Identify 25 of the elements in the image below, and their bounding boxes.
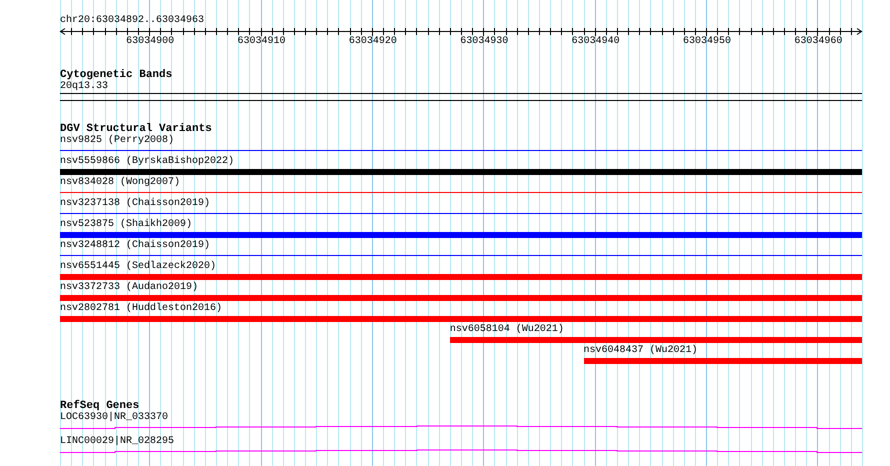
variant-label: nsv6048437 (Wu2021) (584, 345, 698, 357)
variant-label: nsv5559866 (ByrskaBishop2022) (60, 156, 234, 168)
track-title: Cytogenetic Bands (60, 69, 172, 81)
tick-label: 63034940 (572, 36, 620, 48)
tick-label: 63034960 (794, 36, 842, 48)
gene-label: LOC63930|NR_033370 (60, 412, 168, 424)
variant-label: nsv9825 (Perry2008) (60, 135, 174, 147)
variant-label: nsv523875 (Shaikh2009) (60, 219, 192, 231)
variant-label: nsv3248812 (Chaisson2019) (60, 240, 210, 252)
tick-label: 63034920 (348, 36, 397, 48)
variant-label: nsv3372733 (Audano2019) (60, 282, 198, 294)
tick-label: 63034950 (683, 36, 732, 48)
track-title: DGV Structural Variants (60, 123, 212, 135)
variant-label: nsv3237138 (Chaisson2019) (60, 198, 210, 210)
band-label: 20q13.33 (60, 81, 108, 93)
tick-label: 63034930 (460, 36, 508, 48)
variant-label: nsv6058104 (Wu2021) (450, 324, 564, 336)
track-title: RefSeq Genes (60, 400, 140, 412)
variant-label: nsv834028 (Wong2007) (60, 177, 180, 189)
variant-label: nsv6551445 (Sedlazeck2020) (60, 261, 216, 273)
gene-label: LINC00029|NR_028295 (60, 436, 174, 448)
tick-label: 63034900 (126, 36, 174, 48)
variant-label: nsv2802781 (Huddleston2016) (60, 303, 222, 315)
tick-label: 63034910 (238, 36, 286, 48)
location-label: chr20:63034892..63034963 (60, 15, 204, 27)
